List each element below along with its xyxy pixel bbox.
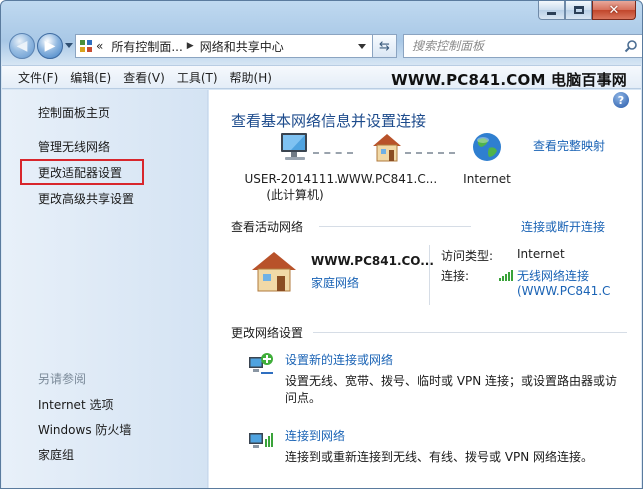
network-type-link[interactable]: 家庭网络	[311, 274, 359, 291]
breadcrumb-overflow[interactable]: «	[96, 39, 103, 53]
menu-bar: 文件(F) 编辑(E) 查看(V) 工具(T) 帮助(H) WWW.PC841.…	[2, 65, 641, 89]
forward-arrow-icon: ▶	[44, 38, 56, 54]
close-button[interactable]: ✕	[592, 1, 636, 20]
change-settings-heading: 更改网络设置	[231, 326, 304, 340]
section-divider	[319, 226, 471, 227]
watermark-text: WWW.PC841.COM 电脑百事网	[391, 71, 627, 89]
homegroup-link[interactable]: 家庭组	[38, 446, 74, 463]
search-input[interactable]	[412, 39, 612, 53]
see-full-map-link[interactable]: 查看完整映射	[533, 137, 605, 154]
computer-subtitle: (此计算机)	[266, 188, 324, 202]
connect-to-network-link[interactable]: 连接到网络	[285, 427, 345, 444]
forward-button[interactable]: ▶	[37, 33, 63, 59]
control-panel-icon	[76, 35, 96, 57]
vertical-divider	[429, 245, 430, 305]
computer-icon	[281, 133, 307, 160]
change-advanced-sharing-link[interactable]: 更改高级共享设置	[38, 190, 134, 207]
internet-label: Internet	[463, 172, 511, 186]
search-icon[interactable]	[624, 39, 638, 53]
address-dropdown-icon[interactable]	[358, 44, 366, 49]
breadcrumb-separator-icon[interactable]: ▶	[187, 41, 194, 51]
refresh-button[interactable]: ⇆	[373, 34, 397, 58]
globe-icon	[473, 133, 501, 161]
back-button[interactable]: ◀	[9, 33, 35, 59]
map-node-internet[interactable]: Internet	[447, 130, 527, 186]
connect-to-network-desc: 连接到或重新连接到无线、有线、拨号或 VPN 网络连接。	[285, 450, 594, 464]
address-bar[interactable]: « 所有控制面... ▶ 网络和共享中心	[75, 34, 373, 58]
home-network-icon	[373, 134, 401, 162]
back-arrow-icon: ◀	[16, 38, 28, 54]
maximize-button[interactable]	[565, 1, 592, 20]
main-content: ? 查看基本网络信息并设置连接 USER-2014111... (此计算机) W…	[209, 90, 641, 488]
manage-wireless-networks-link[interactable]: 管理无线网络	[38, 138, 110, 155]
menu-file[interactable]: 文件(F)	[12, 69, 64, 86]
wifi-signal-icon	[499, 270, 513, 281]
page-title: 查看基本网络信息并设置连接	[231, 112, 427, 130]
navigation-bar: ◀ ▶ « 所有控制面... ▶ 网络和共享中心 ⇆	[7, 31, 642, 61]
setup-new-connection-desc: 设置无线、宽带、拨号、临时或 VPN 连接；或设置路由器或访问点。	[285, 374, 618, 405]
internet-options-link[interactable]: Internet 选项	[38, 396, 113, 413]
windows-firewall-link[interactable]: Windows 防火墙	[38, 421, 131, 438]
active-network-name: WWW.PC841.CO...	[311, 254, 434, 268]
connections-label: 连接:	[441, 269, 470, 283]
network-name: WWW.PC841.C...	[337, 172, 438, 186]
minimize-icon	[547, 11, 556, 15]
connection-name: 无线网络连接	[517, 269, 590, 283]
setup-new-connection-link[interactable]: 设置新的连接或网络	[285, 351, 393, 368]
control-panel-home-link[interactable]: 控制面板主页	[38, 104, 110, 121]
minimize-button[interactable]	[538, 1, 565, 20]
new-connection-icon	[249, 353, 273, 374]
search-box[interactable]	[403, 34, 642, 58]
menu-edit[interactable]: 编辑(E)	[64, 69, 117, 86]
help-icon[interactable]: ?	[613, 92, 629, 108]
connection-link[interactable]: 无线网络连接	[499, 267, 589, 284]
refresh-icon: ⇆	[379, 38, 390, 54]
close-icon: ✕	[608, 2, 620, 18]
connection-ssid[interactable]: (WWW.PC841.C	[517, 284, 610, 298]
connect-or-disconnect-link[interactable]: 连接或断开连接	[521, 218, 605, 235]
maximize-icon	[573, 6, 584, 14]
recent-pages-dropdown[interactable]	[65, 43, 73, 48]
explorer-window: ✕ ◀ ▶ « 所有控制面... ▶ 网络和共享中心 ⇆ 搜索控制面板 文件(F…	[0, 0, 643, 489]
map-node-network[interactable]: WWW.PC841.C...	[337, 130, 437, 186]
see-also-heading: 另请参阅	[38, 372, 87, 386]
annotation-highlight-box	[20, 159, 144, 185]
menu-tools[interactable]: 工具(T)	[171, 69, 224, 86]
access-type-label: 访问类型:	[441, 249, 494, 263]
breadcrumb-network-sharing-center[interactable]: 网络和共享中心	[200, 38, 284, 55]
breadcrumb: « 所有控制面... ▶ 网络和共享中心	[96, 38, 284, 55]
caption-buttons: ✕	[538, 1, 636, 23]
section-divider	[313, 332, 627, 333]
menu-view[interactable]: 查看(V)	[117, 69, 171, 86]
active-networks-heading: 查看活动网络	[231, 220, 304, 234]
menu-help[interactable]: 帮助(H)	[224, 69, 278, 86]
breadcrumb-all-control-panel[interactable]: 所有控制面...	[111, 38, 182, 55]
home-network-icon	[252, 252, 296, 292]
access-type-value: Internet	[517, 247, 565, 261]
task-pane: 控制面板主页 管理无线网络 更改适配器设置 更改高级共享设置 另请参阅 Inte…	[2, 90, 208, 488]
connect-network-icon	[249, 433, 273, 448]
